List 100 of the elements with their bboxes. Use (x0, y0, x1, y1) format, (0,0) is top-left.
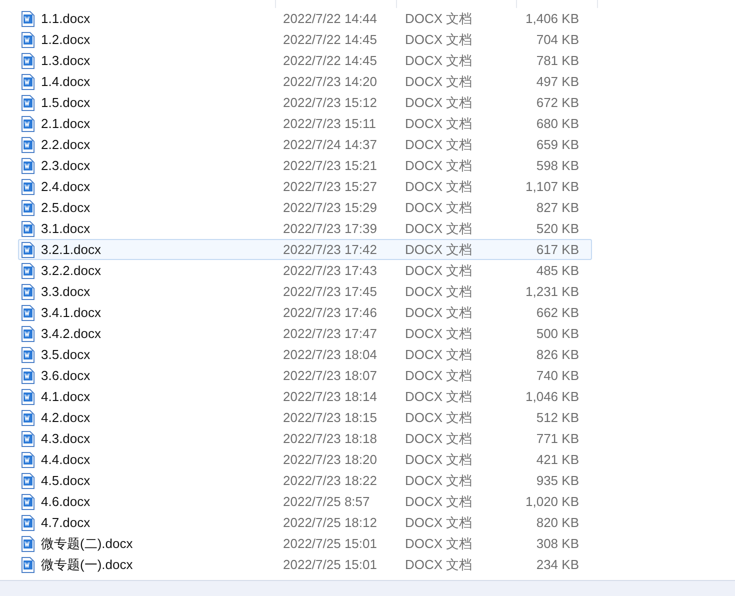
file-size: 497 KB (535, 74, 579, 89)
word-document-icon (21, 536, 35, 552)
file-size: 1,107 KB (524, 179, 579, 194)
file-row[interactable]: 3.3.docx 2022/7/23 17:45 DOCX 文档 1,231 KB (18, 281, 592, 302)
modified-date: 2022/7/22 14:45 (282, 32, 378, 47)
file-type: DOCX 文档 (404, 324, 474, 342)
file-size: 234 KB (535, 557, 579, 572)
file-row[interactable]: 3.4.1.docx 2022/7/23 17:46 DOCX 文档 662 KB (18, 302, 592, 323)
modified-date: 2022/7/23 15:21 (282, 158, 378, 173)
file-row[interactable]: 3.4.2.docx 2022/7/23 17:47 DOCX 文档 500 KB (18, 323, 592, 344)
file-row[interactable]: 4.1.docx 2022/7/23 18:14 DOCX 文档 1,046 KB (18, 386, 592, 407)
file-row[interactable]: 1.1.docx 2022/7/22 14:44 DOCX 文档 1,406 KB (18, 8, 592, 29)
file-row[interactable]: 4.2.docx 2022/7/23 18:15 DOCX 文档 512 KB (18, 407, 592, 428)
word-document-icon (21, 452, 35, 468)
word-document-icon (21, 368, 35, 384)
modified-date: 2022/7/23 15:11 (282, 116, 378, 131)
word-document-icon (21, 220, 35, 236)
file-type: DOCX 文档 (404, 114, 474, 132)
word-document-icon (21, 514, 35, 530)
file-type: DOCX 文档 (404, 472, 474, 490)
modified-date: 2022/7/24 14:37 (282, 137, 378, 152)
file-row[interactable]: 4.7.docx 2022/7/25 18:12 DOCX 文档 820 KB (18, 512, 592, 533)
file-row[interactable]: 1.3.docx 2022/7/22 14:45 DOCX 文档 781 KB (18, 50, 592, 71)
file-row[interactable]: 微专题(二).docx 2022/7/25 15:01 DOCX 文档 308 KB (18, 533, 592, 554)
word-document-icon (21, 284, 35, 300)
file-row[interactable]: 2.5.docx 2022/7/23 15:29 DOCX 文档 827 KB (18, 197, 592, 218)
file-type: DOCX 文档 (404, 156, 474, 174)
file-row[interactable]: 2.2.docx 2022/7/24 14:37 DOCX 文档 659 KB (18, 134, 592, 155)
word-document-icon (21, 556, 35, 572)
file-size: 485 KB (535, 263, 579, 278)
file-type: DOCX 文档 (404, 282, 474, 300)
file-name: 2.4.docx (41, 179, 90, 194)
modified-date: 2022/7/23 17:46 (282, 305, 378, 320)
modified-date: 2022/7/23 17:47 (282, 326, 378, 341)
word-document-icon (21, 94, 35, 110)
word-document-icon (21, 388, 35, 404)
modified-date: 2022/7/23 18:07 (282, 368, 378, 383)
file-name: 1.2.docx (41, 32, 90, 47)
file-size: 820 KB (535, 515, 579, 530)
word-document-icon (21, 410, 35, 426)
selected-file-row[interactable]: 3.2.1.docx 2022/7/23 17:42 DOCX 文档 617 KB (18, 239, 592, 260)
file-size: 704 KB (535, 32, 579, 47)
file-name: 4.6.docx (41, 494, 90, 509)
file-type: DOCX 文档 (404, 94, 474, 112)
file-row[interactable]: 3.1.docx 2022/7/23 17:39 DOCX 文档 520 KB (18, 218, 592, 239)
file-name: 2.3.docx (41, 158, 90, 173)
file-row[interactable]: 4.6.docx 2022/7/25 8:57 DOCX 文档 1,020 KB (18, 491, 592, 512)
file-type: DOCX 文档 (404, 430, 474, 448)
file-row[interactable]: 1.5.docx 2022/7/23 15:12 DOCX 文档 672 KB (18, 92, 592, 113)
file-name: 3.2.1.docx (41, 242, 101, 257)
file-size: 598 KB (535, 158, 579, 173)
file-name: 2.1.docx (41, 116, 90, 131)
file-row[interactable]: 微专题(一).docx 2022/7/25 15:01 DOCX 文档 234 KB (18, 554, 592, 575)
file-name: 3.1.docx (41, 221, 90, 236)
file-row[interactable]: 4.5.docx 2022/7/23 18:22 DOCX 文档 935 KB (18, 470, 592, 491)
file-size: 512 KB (535, 410, 579, 425)
file-type: DOCX 文档 (404, 450, 474, 468)
file-type: DOCX 文档 (404, 556, 474, 574)
file-type: DOCX 文档 (404, 72, 474, 90)
file-type: DOCX 文档 (404, 492, 474, 510)
file-row[interactable]: 2.3.docx 2022/7/23 15:21 DOCX 文档 598 KB (18, 155, 592, 176)
file-row[interactable]: 1.2.docx 2022/7/22 14:45 DOCX 文档 704 KB (18, 29, 592, 50)
word-document-icon (21, 494, 35, 510)
word-document-icon (21, 262, 35, 278)
word-document-icon (21, 430, 35, 446)
file-type: DOCX 文档 (404, 304, 474, 322)
file-row[interactable]: 1.4.docx 2022/7/23 14:20 DOCX 文档 497 KB (18, 71, 592, 92)
file-row[interactable]: 3.2.2.docx 2022/7/23 17:43 DOCX 文档 485 KB (18, 260, 592, 281)
file-size: 662 KB (535, 305, 579, 320)
file-row[interactable]: 4.3.docx 2022/7/23 18:18 DOCX 文档 771 KB (18, 428, 592, 449)
file-type: DOCX 文档 (404, 220, 474, 238)
modified-date: 2022/7/25 15:01 (282, 557, 378, 572)
file-name: 微专题(二).docx (41, 534, 133, 552)
modified-date: 2022/7/23 17:42 (282, 242, 378, 257)
file-size: 520 KB (535, 221, 579, 236)
word-document-icon (21, 178, 35, 194)
file-type: DOCX 文档 (404, 514, 474, 532)
file-type: DOCX 文档 (404, 262, 474, 280)
file-row[interactable]: 3.6.docx 2022/7/23 18:07 DOCX 文档 740 KB (18, 365, 592, 386)
file-row[interactable]: 2.4.docx 2022/7/23 15:27 DOCX 文档 1,107 KB (18, 176, 592, 197)
file-name: 3.3.docx (41, 284, 90, 299)
file-name: 1.5.docx (41, 95, 90, 110)
file-name: 3.4.2.docx (41, 326, 101, 341)
file-name: 1.3.docx (41, 53, 90, 68)
file-size: 935 KB (535, 473, 579, 488)
file-type: DOCX 文档 (404, 408, 474, 426)
modified-date: 2022/7/25 18:12 (282, 515, 378, 530)
modified-date: 2022/7/23 15:12 (282, 95, 378, 110)
modified-date: 2022/7/23 18:15 (282, 410, 378, 425)
file-size: 500 KB (535, 326, 579, 341)
file-row[interactable]: 3.5.docx 2022/7/23 18:04 DOCX 文档 826 KB (18, 344, 592, 365)
file-type: DOCX 文档 (404, 198, 474, 216)
file-row[interactable]: 2.1.docx 2022/7/23 15:11 DOCX 文档 680 KB (18, 113, 592, 134)
word-document-icon (21, 116, 35, 132)
word-document-icon (21, 326, 35, 342)
file-name: 4.2.docx (41, 410, 90, 425)
word-document-icon (21, 242, 35, 258)
file-row[interactable]: 4.4.docx 2022/7/23 18:20 DOCX 文档 421 KB (18, 449, 592, 470)
modified-date: 2022/7/23 15:27 (282, 179, 378, 194)
file-type: DOCX 文档 (404, 136, 474, 154)
